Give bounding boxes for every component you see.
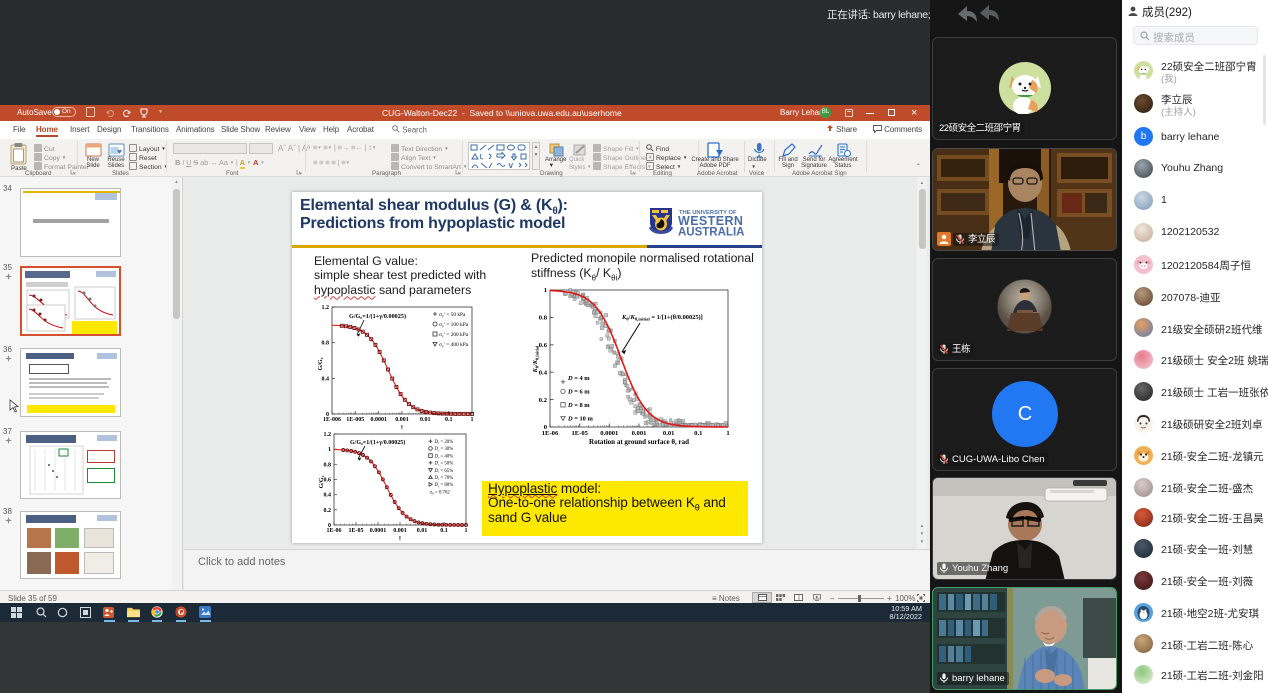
svg-text:Kθ/Kθ,initial: Kθ/Kθ,initial [532,345,540,373]
svg-text:0.0001: 0.0001 [370,417,387,423]
svg-text:0.1: 0.1 [694,430,702,437]
svg-text:0.4: 0.4 [322,376,330,382]
svg-text:σv′ = 200 kPa: σv′ = 200 kPa [439,332,469,339]
svg-text:Kθ/Kθ,initial = 1/[1+(θ/0.0002: Kθ/Kθ,initial = 1/[1+(θ/0.00025)] [621,314,703,322]
svg-text:1.2: 1.2 [324,432,332,438]
svg-text:0.0001: 0.0001 [600,430,618,437]
svg-text:Dr = 50%: Dr = 50% [434,462,454,467]
svg-text:0.1: 0.1 [445,417,453,423]
svg-text:G/G₀: G/G₀ [318,357,324,370]
svg-text:1E-005: 1E-005 [346,417,364,423]
svg-text:0.4: 0.4 [539,369,548,376]
svg-text:D = 10 m: D = 10 m [567,416,593,423]
svg-text:G/G₀: G/G₀ [319,475,325,488]
svg-text:1E-05: 1E-05 [349,528,364,534]
svg-text:1E-06: 1E-06 [542,430,559,437]
svg-text:Rotation at ground surface θ,: Rotation at ground surface θ, rad [589,438,689,446]
svg-text:0.001: 0.001 [393,528,407,534]
svg-text:0.001: 0.001 [632,430,647,437]
svg-text:γ: γ [400,424,404,430]
svg-text:0.8: 0.8 [539,315,548,322]
svg-text:e0 = 0.762: e0 = 0.762 [430,490,450,495]
svg-text:0.0001: 0.0001 [370,528,387,534]
svg-text:Dr = 80%: Dr = 80% [434,483,454,488]
svg-text:G/G₀=1/(1+γ/0.00025): G/G₀=1/(1+γ/0.00025) [350,439,405,446]
svg-text:σv′ = 400 kPa: σv′ = 400 kPa [439,342,469,349]
svg-text:Dr = 40%: Dr = 40% [434,454,454,459]
svg-text:0.01: 0.01 [663,430,675,437]
svg-text:0.01: 0.01 [417,528,428,534]
svg-text:Dr = 30%: Dr = 30% [434,447,454,452]
svg-text:1.2: 1.2 [322,305,330,311]
svg-text:1: 1 [465,528,468,534]
svg-text:D = 8 m: D = 8 m [567,402,590,409]
svg-text:0.8: 0.8 [322,341,330,347]
svg-text:Dr = 65%: Dr = 65% [434,469,454,474]
svg-text:1E-06: 1E-06 [327,528,342,534]
svg-text:1: 1 [471,417,474,423]
svg-text:0.4: 0.4 [324,493,332,499]
svg-text:σv′ = 50 kPa: σv′ = 50 kPa [439,312,466,319]
svg-text:0.2: 0.2 [539,397,548,404]
svg-text:γ: γ [398,535,402,541]
svg-text:σv′ = 100 kPa: σv′ = 100 kPa [439,322,469,329]
svg-text:1E-05: 1E-05 [571,430,588,437]
svg-text:1: 1 [726,430,729,437]
svg-text:D = 6 m: D = 6 m [567,389,590,396]
svg-text:1E-006: 1E-006 [323,417,341,423]
svg-text:0.6: 0.6 [539,342,548,349]
svg-text:G/G₀=1/(1+γ/0.00025): G/G₀=1/(1+γ/0.00025) [349,313,406,320]
svg-text:1: 1 [544,287,547,294]
svg-text:1: 1 [328,447,331,453]
svg-text:0.01: 0.01 [420,417,431,423]
svg-text:Dr = 20%: Dr = 20% [434,440,454,445]
svg-text:0.1: 0.1 [440,528,448,534]
svg-text:0.2: 0.2 [324,508,332,514]
svg-text:Dr = 70%: Dr = 70% [434,476,454,481]
svg-text:0.8: 0.8 [324,462,332,468]
svg-text:0.001: 0.001 [395,417,409,423]
svg-text:D = 4 m: D = 4 m [567,375,590,382]
